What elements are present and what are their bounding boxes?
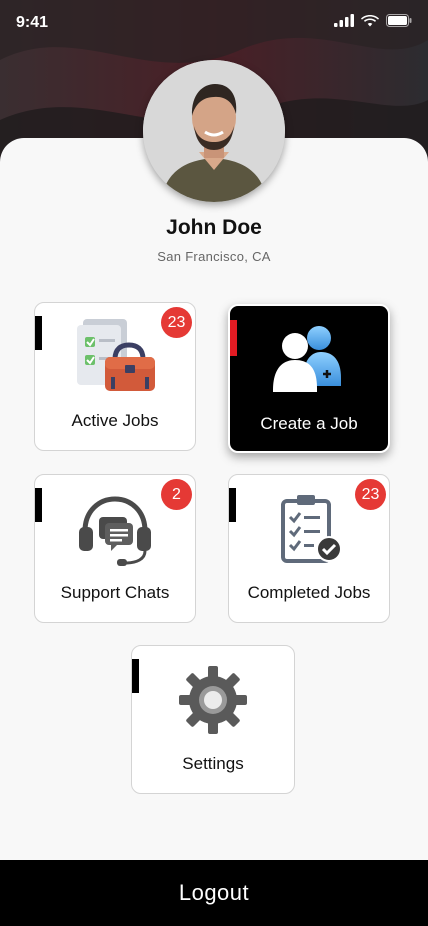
- logout-button[interactable]: Logout: [0, 860, 428, 926]
- notification-badge: 23: [161, 307, 192, 338]
- status-icons: [334, 14, 412, 27]
- tile-label: Create a Job: [260, 414, 358, 433]
- profile-name: John Doe: [166, 216, 262, 239]
- cellular-signal-icon: [334, 14, 354, 27]
- tile-label: Active Jobs: [71, 411, 159, 430]
- status-time: 9:41: [16, 14, 49, 31]
- notification-badge: 2: [161, 479, 192, 510]
- headset-icon: [79, 496, 151, 566]
- profile-location: San Francisco, CA: [157, 249, 271, 264]
- settings-tile[interactable]: Settings: [131, 645, 295, 794]
- avatar[interactable]: [143, 60, 285, 202]
- gear-icon: [179, 666, 247, 734]
- jobs-icon: [77, 319, 155, 391]
- tile-label: Settings: [182, 754, 244, 773]
- battery-icon: [386, 14, 412, 27]
- support-chats-tile[interactable]: 2 Support Chats: [34, 474, 196, 623]
- add-user-icon: [273, 326, 341, 392]
- notification-badge: 23: [355, 479, 386, 510]
- completed-jobs-tile[interactable]: 23 Completed Jobs: [228, 474, 390, 623]
- active-jobs-tile[interactable]: 23 Active Jobs: [34, 302, 196, 451]
- create-job-tile[interactable]: Create a Job: [228, 304, 390, 453]
- phone-screen: 9:41 John Doe San Francisco, CA 23 Activ…: [0, 0, 428, 926]
- wifi-icon: [361, 15, 379, 27]
- tile-label: Support Chats: [60, 583, 170, 602]
- status-bar: 9:41: [0, 0, 428, 44]
- clipboard-check-icon: [281, 495, 342, 563]
- tile-label: Completed Jobs: [247, 583, 371, 602]
